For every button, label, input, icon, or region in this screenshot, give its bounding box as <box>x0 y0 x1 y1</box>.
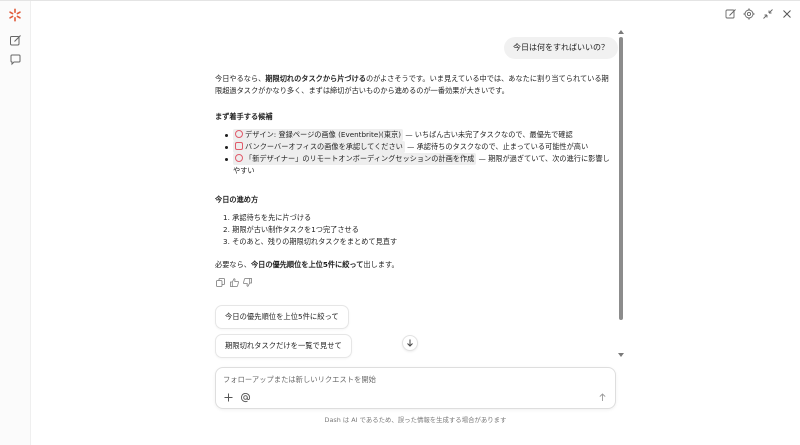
suggestion-chip[interactable]: 今日の優先順位を上位5件に絞って <box>215 305 349 329</box>
compose-icon[interactable] <box>725 8 737 20</box>
chat-history-icon[interactable] <box>9 53 22 66</box>
task-chip-label: バンクーバーオフィスの画像を承認してください <box>245 142 403 151</box>
dash-logo-icon[interactable] <box>8 8 22 22</box>
plus-icon[interactable] <box>223 392 234 403</box>
closing-bold-text: 今日の優先順位を上位5件に絞って <box>250 260 364 269</box>
list-item: デザイン: 登録ページの画像 (Eventbrite)(東京) — いちばん古い… <box>223 129 611 141</box>
assistant-answer: 今日やるなら、期限切れのタスクから片づけるのがよさそうです。いま見えている中では… <box>215 73 611 271</box>
closing-text: 必要なら、 <box>215 260 251 269</box>
answer-closing: 必要なら、今日の優先順位を上位5件に絞って出します。 <box>215 259 611 271</box>
octagon-icon <box>235 154 243 162</box>
list-item: 2. 期限が古い制作タスクを1つ完了させる <box>223 225 359 234</box>
closing-text-rest: 出します。 <box>363 260 399 269</box>
section-title-steps: 今日の進め方 <box>215 195 259 204</box>
scrollbar-up-arrow[interactable] <box>618 30 624 34</box>
list-item: バンクーバーオフィスの画像を承認してください — 承認待ちのタスクなので、止まっ… <box>223 141 611 153</box>
message-composer[interactable]: フォローアップまたは新しいリクエストを開始 <box>215 367 616 409</box>
collapse-icon[interactable] <box>762 8 774 20</box>
task-chip[interactable]: バンクーバーオフィスの画像を承認してください <box>233 141 405 153</box>
intro-bold-text: 期限切れのタスクから片づける <box>265 74 366 83</box>
task-note: — いちばん古い未完了タスクなので、最優先で確認 <box>403 130 573 139</box>
copy-icon[interactable] <box>216 278 225 287</box>
composer-input[interactable]: フォローアップまたは新しいリクエストを開始 <box>223 375 376 385</box>
check-circle-icon <box>235 130 243 138</box>
scrollbar-thumb[interactable] <box>619 37 623 320</box>
steps-list: 1. 承認待ちを先に片づける 2. 期限が古い制作タスクを1つ完了させる 3. … <box>215 212 611 248</box>
task-note: — 承認待ちのタスクなので、止まっている可能性が高い <box>404 142 589 151</box>
left-rail <box>0 1 31 445</box>
list-item: 「新デザイナー」のリモートオンボーディングセッションの計画を作成 — 期限が過ぎ… <box>223 153 611 177</box>
section-title-candidates: まず着手する候補 <box>215 112 273 121</box>
suggestion-chip[interactable]: 期限切れタスクだけを一覧で見せて <box>215 334 352 358</box>
arrow-down-icon <box>407 339 413 347</box>
task-chip[interactable]: デザイン: 登録ページの画像 (Eventbrite)(東京) <box>233 129 404 141</box>
thumbs-down-icon[interactable] <box>243 278 252 287</box>
top-border <box>0 0 800 1</box>
scroll-to-bottom-button[interactable] <box>402 335 418 351</box>
thumbs-up-icon[interactable] <box>230 278 239 287</box>
intro-text: 今日やるなら、 <box>215 74 266 83</box>
person-icon <box>235 142 243 150</box>
mention-icon[interactable] <box>240 392 251 403</box>
close-icon[interactable] <box>781 8 793 20</box>
send-icon[interactable] <box>597 392 608 403</box>
gear-icon[interactable] <box>743 8 755 20</box>
task-chip-label: デザイン: 登録ページの画像 (Eventbrite)(東京) <box>245 130 402 139</box>
task-chip-label: 「新デザイナー」のリモートオンボーディングセッションの計画を作成 <box>245 154 475 163</box>
task-chip[interactable]: 「新デザイナー」のリモートオンボーディングセッションの計画を作成 <box>233 153 477 165</box>
ai-disclaimer: Dash は AI であるため、誤った情報を生成する場合があります <box>324 416 507 424</box>
new-chat-icon[interactable] <box>9 34 22 47</box>
candidate-list: デザイン: 登録ページの画像 (Eventbrite)(東京) — いちばん古い… <box>215 129 611 177</box>
list-item: 3. そのあと、残りの期限切れタスクをまとめて見直す <box>223 237 398 246</box>
scrollbar-down-arrow[interactable] <box>618 353 624 357</box>
answer-intro: 今日やるなら、期限切れのタスクから片づけるのがよさそうです。いま見えている中では… <box>215 73 611 97</box>
user-message-bubble: 今日は何をすればいいの？ <box>504 37 618 59</box>
list-item: 1. 承認待ちを先に片づける <box>223 213 312 222</box>
